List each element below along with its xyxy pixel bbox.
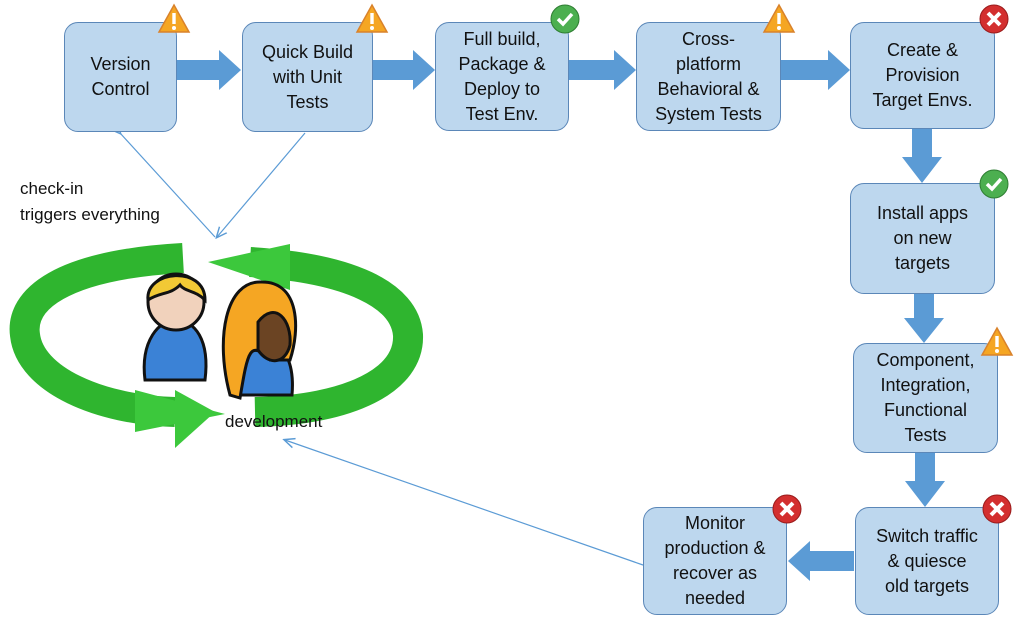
step-install-apps[interactable]: Install apps on new targets [850, 183, 995, 294]
development-cycle-icon [9, 243, 423, 448]
step-create-provision[interactable]: Create & Provision Target Envs. [850, 22, 995, 129]
step-monitor-production[interactable]: Monitor production & recover as needed [643, 507, 787, 615]
check-icon [979, 169, 1009, 199]
arrow-7-8 [905, 453, 945, 507]
error-icon [982, 494, 1012, 524]
step-cross-platform-tests[interactable]: Cross- platform Behavioral & System Test… [636, 22, 781, 131]
arrow-4-5 [781, 50, 850, 90]
step-switch-traffic[interactable]: Switch traffic & quiesce old targets [855, 507, 999, 615]
arrow-8-9 [788, 541, 854, 581]
arrow-1-2 [177, 50, 241, 90]
checkin-annotation: check-in triggers everything [20, 179, 160, 224]
step-component-tests[interactable]: Component, Integration, Functional Tests [853, 343, 998, 453]
arrow-5-6 [902, 129, 942, 183]
arrow-6-7 [904, 294, 944, 343]
warning-icon [157, 3, 191, 33]
warning-icon [355, 3, 389, 33]
checkin-line-2 [217, 132, 306, 237]
error-icon [979, 4, 1009, 34]
step-full-build[interactable]: Full build, Package & Deploy to Test Env… [435, 22, 569, 131]
arrow-3-4 [569, 50, 636, 90]
developer-man-icon [142, 272, 208, 382]
feedback-line [285, 440, 644, 566]
check-icon [550, 4, 580, 34]
step-version-control[interactable]: Version Control [64, 22, 177, 132]
warning-icon [980, 326, 1014, 356]
arrow-2-3 [373, 50, 435, 90]
error-icon [772, 494, 802, 524]
warning-icon [762, 3, 796, 33]
developer-woman-icon [221, 280, 298, 400]
development-label: development [225, 412, 323, 431]
step-quick-build[interactable]: Quick Build with Unit Tests [242, 22, 373, 132]
